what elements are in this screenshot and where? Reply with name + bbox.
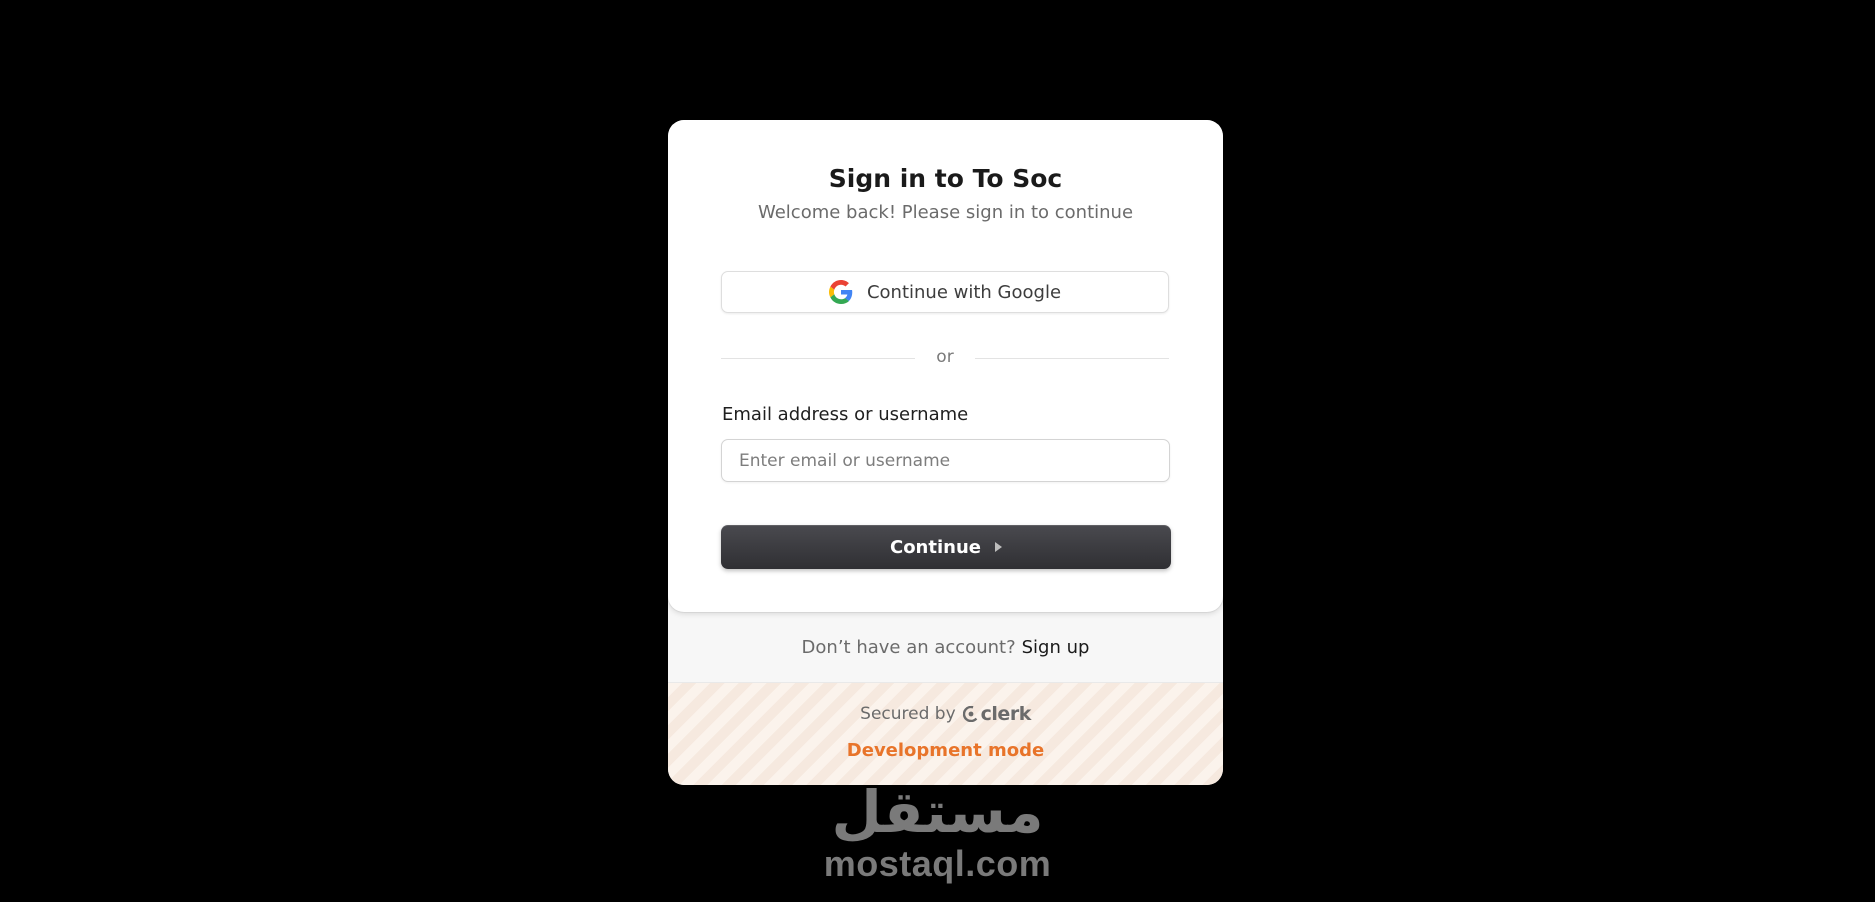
clerk-brand: clerk <box>980 703 1032 725</box>
secured-by-row: Secured by clerk <box>668 703 1223 725</box>
clerk-footer: Secured by clerk Development mode <box>668 683 1223 785</box>
signin-subtitle: Welcome back! Please sign in to continue <box>757 202 1134 223</box>
clerk-logo[interactable]: clerk <box>962 703 1032 725</box>
watermark-arabic: مستقل <box>831 778 1044 846</box>
google-icon <box>828 280 853 304</box>
or-divider: or <box>721 347 1169 371</box>
divider-line-right <box>975 358 1169 359</box>
clerk-logo-icon <box>962 706 979 722</box>
divider-text: or <box>936 347 954 367</box>
signin-container: Sign in to To Soc Welcome back! Please s… <box>668 120 1223 785</box>
signup-link[interactable]: Sign up <box>1022 637 1090 658</box>
signin-card: Sign in to To Soc Welcome back! Please s… <box>668 120 1223 612</box>
caret-right-icon <box>995 542 1002 552</box>
mostaql-watermark: مستقل mostaql.com <box>820 778 1055 886</box>
secured-by-text: Secured by <box>860 704 956 724</box>
page: Sign in to To Soc Welcome back! Please s… <box>0 0 1875 902</box>
development-mode-badge: Development mode <box>846 740 1045 761</box>
continue-with-google-button[interactable]: Continue with Google <box>721 271 1169 313</box>
signin-title: Sign in to To Soc <box>828 164 1063 193</box>
signup-row: Don’t have an account? Sign up <box>668 612 1223 683</box>
continue-button-label: Continue <box>889 536 981 558</box>
email-field[interactable] <box>721 439 1170 482</box>
google-button-label: Continue with Google <box>866 281 1062 303</box>
email-field-label: Email address or username <box>722 404 969 425</box>
signup-prompt: Don’t have an account? <box>801 636 1016 658</box>
watermark-latin: mostaql.com <box>823 843 1052 884</box>
continue-button[interactable]: Continue <box>721 525 1171 569</box>
